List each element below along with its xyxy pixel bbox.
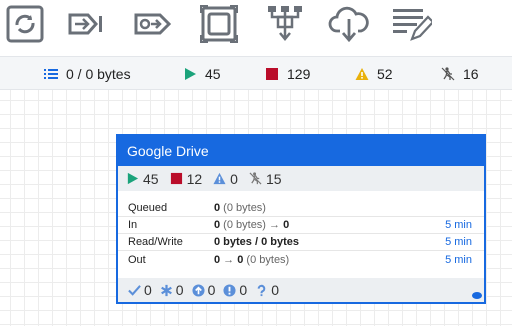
stats-value: 0 → 0 (0 bytes) (214, 253, 290, 266)
stats-value: 0 bytes / 0 bytes (214, 236, 299, 248)
invalid-count: 52 (377, 66, 393, 82)
template-button[interactable] (388, 2, 434, 46)
processor-button[interactable] (2, 2, 48, 46)
card-disabled: 15 (249, 171, 282, 187)
exclamation-circle-icon (223, 283, 236, 297)
stats-row-read-write: Read/Write 0 bytes / 0 bytes 5 min (118, 234, 484, 251)
process-group-counts: 45 12 0 15 (118, 166, 484, 191)
stats-age: 5 min (445, 236, 472, 248)
stats-label: Out (128, 253, 146, 266)
stats-value: 0 (0 bytes) (214, 202, 266, 214)
stats-row-queued: Queued 0 (0 bytes) (118, 200, 484, 217)
check-icon (128, 284, 141, 296)
stats-value: 0 (0 bytes) → 0 (214, 219, 290, 231)
disabled-icon (441, 67, 455, 81)
arrow-up-circle-icon (192, 283, 205, 297)
card-running: 45 (126, 171, 159, 187)
card-invalid: 0 (213, 171, 238, 187)
output-port-icon (134, 13, 172, 35)
warning-icon (213, 172, 226, 185)
process-group-icon (200, 5, 238, 43)
disabled-icon (249, 172, 262, 185)
process-group-button[interactable] (196, 2, 242, 46)
stats-row-out: Out 0 → 0 (0 bytes) 5 min (118, 251, 484, 268)
input-port-icon (68, 13, 102, 35)
process-group-title: Google Drive (127, 143, 209, 159)
funnel-icon (328, 6, 369, 43)
process-group-stats: Queued 0 (0 bytes) In 0 (0 bytes) → 0 5 … (118, 200, 484, 268)
warning-icon (355, 68, 369, 80)
running-count: 45 (205, 66, 221, 82)
stopped-count: 129 (287, 66, 311, 82)
play-icon (185, 68, 196, 80)
footer-stale: 0 (192, 282, 215, 298)
asterisk-icon (160, 284, 172, 296)
stats-label: Queued (128, 202, 168, 214)
footer-locally-modified: 0 (160, 282, 184, 298)
flow-status-bar: 0 / 0 bytes 45 129 52 16 (0, 56, 512, 90)
stop-icon (170, 172, 182, 185)
stats-age: 5 min (445, 253, 472, 266)
stats-label: Read/Write (128, 236, 183, 248)
stats-row-in: In 0 (0 bytes) → 0 5 min (118, 217, 484, 234)
input-port-button[interactable] (64, 2, 110, 46)
process-group-card[interactable]: Google Drive 45 12 0 15 Queued 0 (0 byte… (116, 134, 486, 304)
card-stopped: 12 (170, 170, 203, 187)
invalid-stat: 52 (355, 57, 393, 91)
footer-locally-modified-stale: 0 (223, 282, 247, 298)
stop-icon (266, 68, 278, 80)
running-stat: 45 (183, 57, 221, 91)
disabled-count: 16 (463, 66, 479, 82)
queued-value: 0 / 0 bytes (66, 66, 131, 82)
resize-handle-icon[interactable] (472, 292, 482, 299)
card-disabled-count: 15 (265, 170, 282, 187)
stats-label: In (128, 219, 138, 231)
queued-stat: 0 / 0 bytes (44, 57, 131, 91)
version-control-footer: 0 0 0 0 0 (118, 278, 484, 302)
list-icon (44, 69, 58, 79)
card-running-count: 45 (143, 170, 159, 187)
output-port-button[interactable] (130, 2, 176, 46)
remote-process-group-icon (268, 6, 302, 41)
question-icon (257, 284, 266, 296)
template-icon (393, 9, 432, 41)
process-group-header[interactable]: Google Drive (118, 136, 484, 166)
card-invalid-count: 0 (230, 170, 238, 187)
funnel-button[interactable] (326, 2, 372, 46)
component-toolbar (0, 0, 512, 50)
card-stopped-count: 12 (186, 170, 203, 187)
disabled-stat: 16 (441, 57, 479, 91)
stats-age: 5 min (445, 219, 472, 231)
remote-process-group-button[interactable] (262, 2, 308, 46)
footer-sync-failure: 0 (255, 282, 279, 298)
play-icon (127, 172, 139, 185)
stopped-stat: 129 (265, 57, 310, 91)
footer-up-to-date: 0 (128, 282, 152, 298)
processor-icon (6, 5, 44, 43)
